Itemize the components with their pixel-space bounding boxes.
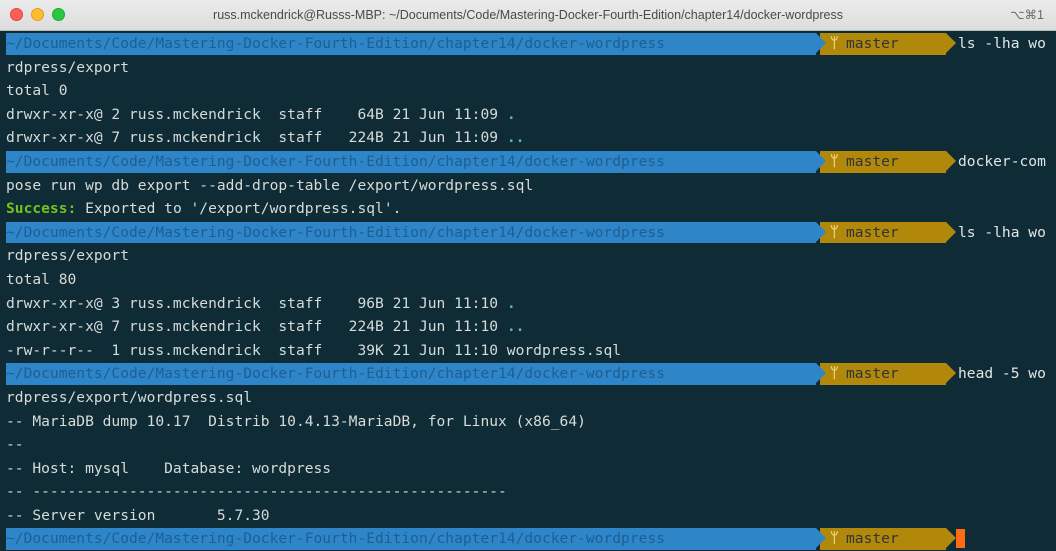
listing-entry: drwxr-xr-x@ 7 russ.mckendrick staff 224B… xyxy=(6,129,507,147)
prompt-path: ~/Documents/Code/Mastering-Docker-Fourth… xyxy=(6,150,816,173)
output-line: total 80 xyxy=(6,270,77,288)
output-line: Success: Exported to '/export/wordpress.… xyxy=(6,197,1056,221)
listing-entry: drwxr-xr-x@ 3 russ.mckendrick staff 96B … xyxy=(6,294,507,312)
powerline-separator-icon xyxy=(816,33,826,53)
success-label: Success: xyxy=(6,200,77,218)
directory-name: .. xyxy=(506,129,525,147)
git-branch-icon: ᛘ xyxy=(830,223,839,241)
branch-name: master xyxy=(846,223,899,241)
prompt-line: ~/Documents/Code/Mastering-Docker-Fourth… xyxy=(6,527,1056,551)
command-text: head -5 wo xyxy=(958,365,1046,383)
powerline-separator-icon xyxy=(946,221,956,242)
output-line: drwxr-xr-x@ 7 russ.mckendrick staff 224B… xyxy=(6,315,1056,339)
command-text: ls -lha wo xyxy=(958,35,1046,52)
output-line: pose run wp db export --add-drop-table /… xyxy=(6,176,534,194)
powerline-separator-icon xyxy=(816,150,826,171)
git-branch-icon: ᛘ xyxy=(830,35,839,52)
terminal-output[interactable]: ~/Documents/Code/Mastering-Docker-Fourth… xyxy=(0,31,1056,551)
output-line: -- -------------------------------------… xyxy=(6,483,507,501)
powerline-separator-icon xyxy=(946,363,956,384)
output-line: -- Host: mysql Database: wordpress xyxy=(6,459,332,477)
success-message: Exported to '/export/wordpress.sql'. xyxy=(76,200,402,218)
output-line: -- MariaDB dump 10.17 Distrib 10.4.13-Ma… xyxy=(6,412,586,430)
git-branch-icon: ᛘ xyxy=(830,530,839,548)
branch-name: master xyxy=(846,35,899,52)
prompt-line: ~/Documents/Code/Mastering-Docker-Fourth… xyxy=(6,150,1056,174)
listing-entry: drwxr-xr-x@ 7 russ.mckendrick staff 224B… xyxy=(6,318,507,336)
output-line: -- xyxy=(6,436,24,454)
listing-entry: drwxr-xr-x@ 2 russ.mckendrick staff 64B … xyxy=(6,105,507,123)
output-line: -- Server version 5.7.30 xyxy=(6,506,270,524)
prompt-git-branch: ᛘ master xyxy=(820,221,946,244)
branch-name: master xyxy=(846,365,899,383)
powerline-separator-icon xyxy=(816,528,826,549)
prompt-path: ~/Documents/Code/Mastering-Docker-Fourth… xyxy=(6,528,816,551)
prompt-git-branch: ᛘ master xyxy=(820,528,946,551)
prompt-path: ~/Documents/Code/Mastering-Docker-Fourth… xyxy=(6,221,816,244)
directory-name: . xyxy=(506,294,516,312)
command-text: ls -lha wo xyxy=(958,223,1046,241)
branch-name: master xyxy=(846,530,899,548)
prompt-path: ~/Documents/Code/Mastering-Docker-Fourth… xyxy=(6,363,816,385)
text-cursor[interactable] xyxy=(956,529,965,549)
output-line: drwxr-xr-x@ 2 russ.mckendrick staff 64B … xyxy=(6,103,1056,127)
tab-shortcut: ⌥⌘1 xyxy=(1010,8,1044,22)
prompt-git-branch: ᛘ master xyxy=(820,33,946,55)
command-text: docker-com xyxy=(958,152,1046,170)
output-line: rdpress/export/wordpress.sql xyxy=(6,388,253,406)
output-line: total 0 xyxy=(6,82,68,100)
window-title: russ.mckendrick@Russs-MBP: ~/Documents/C… xyxy=(213,8,843,22)
powerline-separator-icon xyxy=(946,150,956,171)
prompt-git-branch: ᛘ master xyxy=(820,150,946,173)
prompt-line: ~/Documents/Code/Mastering-Docker-Fourth… xyxy=(6,32,1056,56)
powerline-separator-icon xyxy=(816,221,826,242)
terminal-window: russ.mckendrick@Russs-MBP: ~/Documents/C… xyxy=(0,0,1056,551)
git-branch-icon: ᛘ xyxy=(830,152,839,170)
title-bar[interactable]: russ.mckendrick@Russs-MBP: ~/Documents/C… xyxy=(0,0,1056,31)
output-line: drwxr-xr-x@ 3 russ.mckendrick staff 96B … xyxy=(6,292,1056,316)
output-line: -rw-r--r-- 1 russ.mckendrick staff 39K 2… xyxy=(6,341,622,359)
prompt-git-branch: ᛘ master xyxy=(820,363,946,385)
prompt-line: ~/Documents/Code/Mastering-Docker-Fourth… xyxy=(6,362,1056,386)
git-branch-icon: ᛘ xyxy=(830,365,839,383)
powerline-separator-icon xyxy=(946,33,956,53)
prompt-line: ~/Documents/Code/Mastering-Docker-Fourth… xyxy=(6,221,1056,245)
powerline-separator-icon xyxy=(946,528,956,549)
output-line: rdpress/export xyxy=(6,58,130,76)
branch-name: master xyxy=(846,152,899,170)
powerline-separator-icon xyxy=(816,363,826,384)
directory-name: . xyxy=(506,105,516,123)
prompt-path: ~/Documents/Code/Mastering-Docker-Fourth… xyxy=(6,33,816,55)
output-line: rdpress/export xyxy=(6,247,130,265)
output-line: drwxr-xr-x@ 7 russ.mckendrick staff 224B… xyxy=(6,126,1056,150)
directory-name: .. xyxy=(506,318,525,336)
